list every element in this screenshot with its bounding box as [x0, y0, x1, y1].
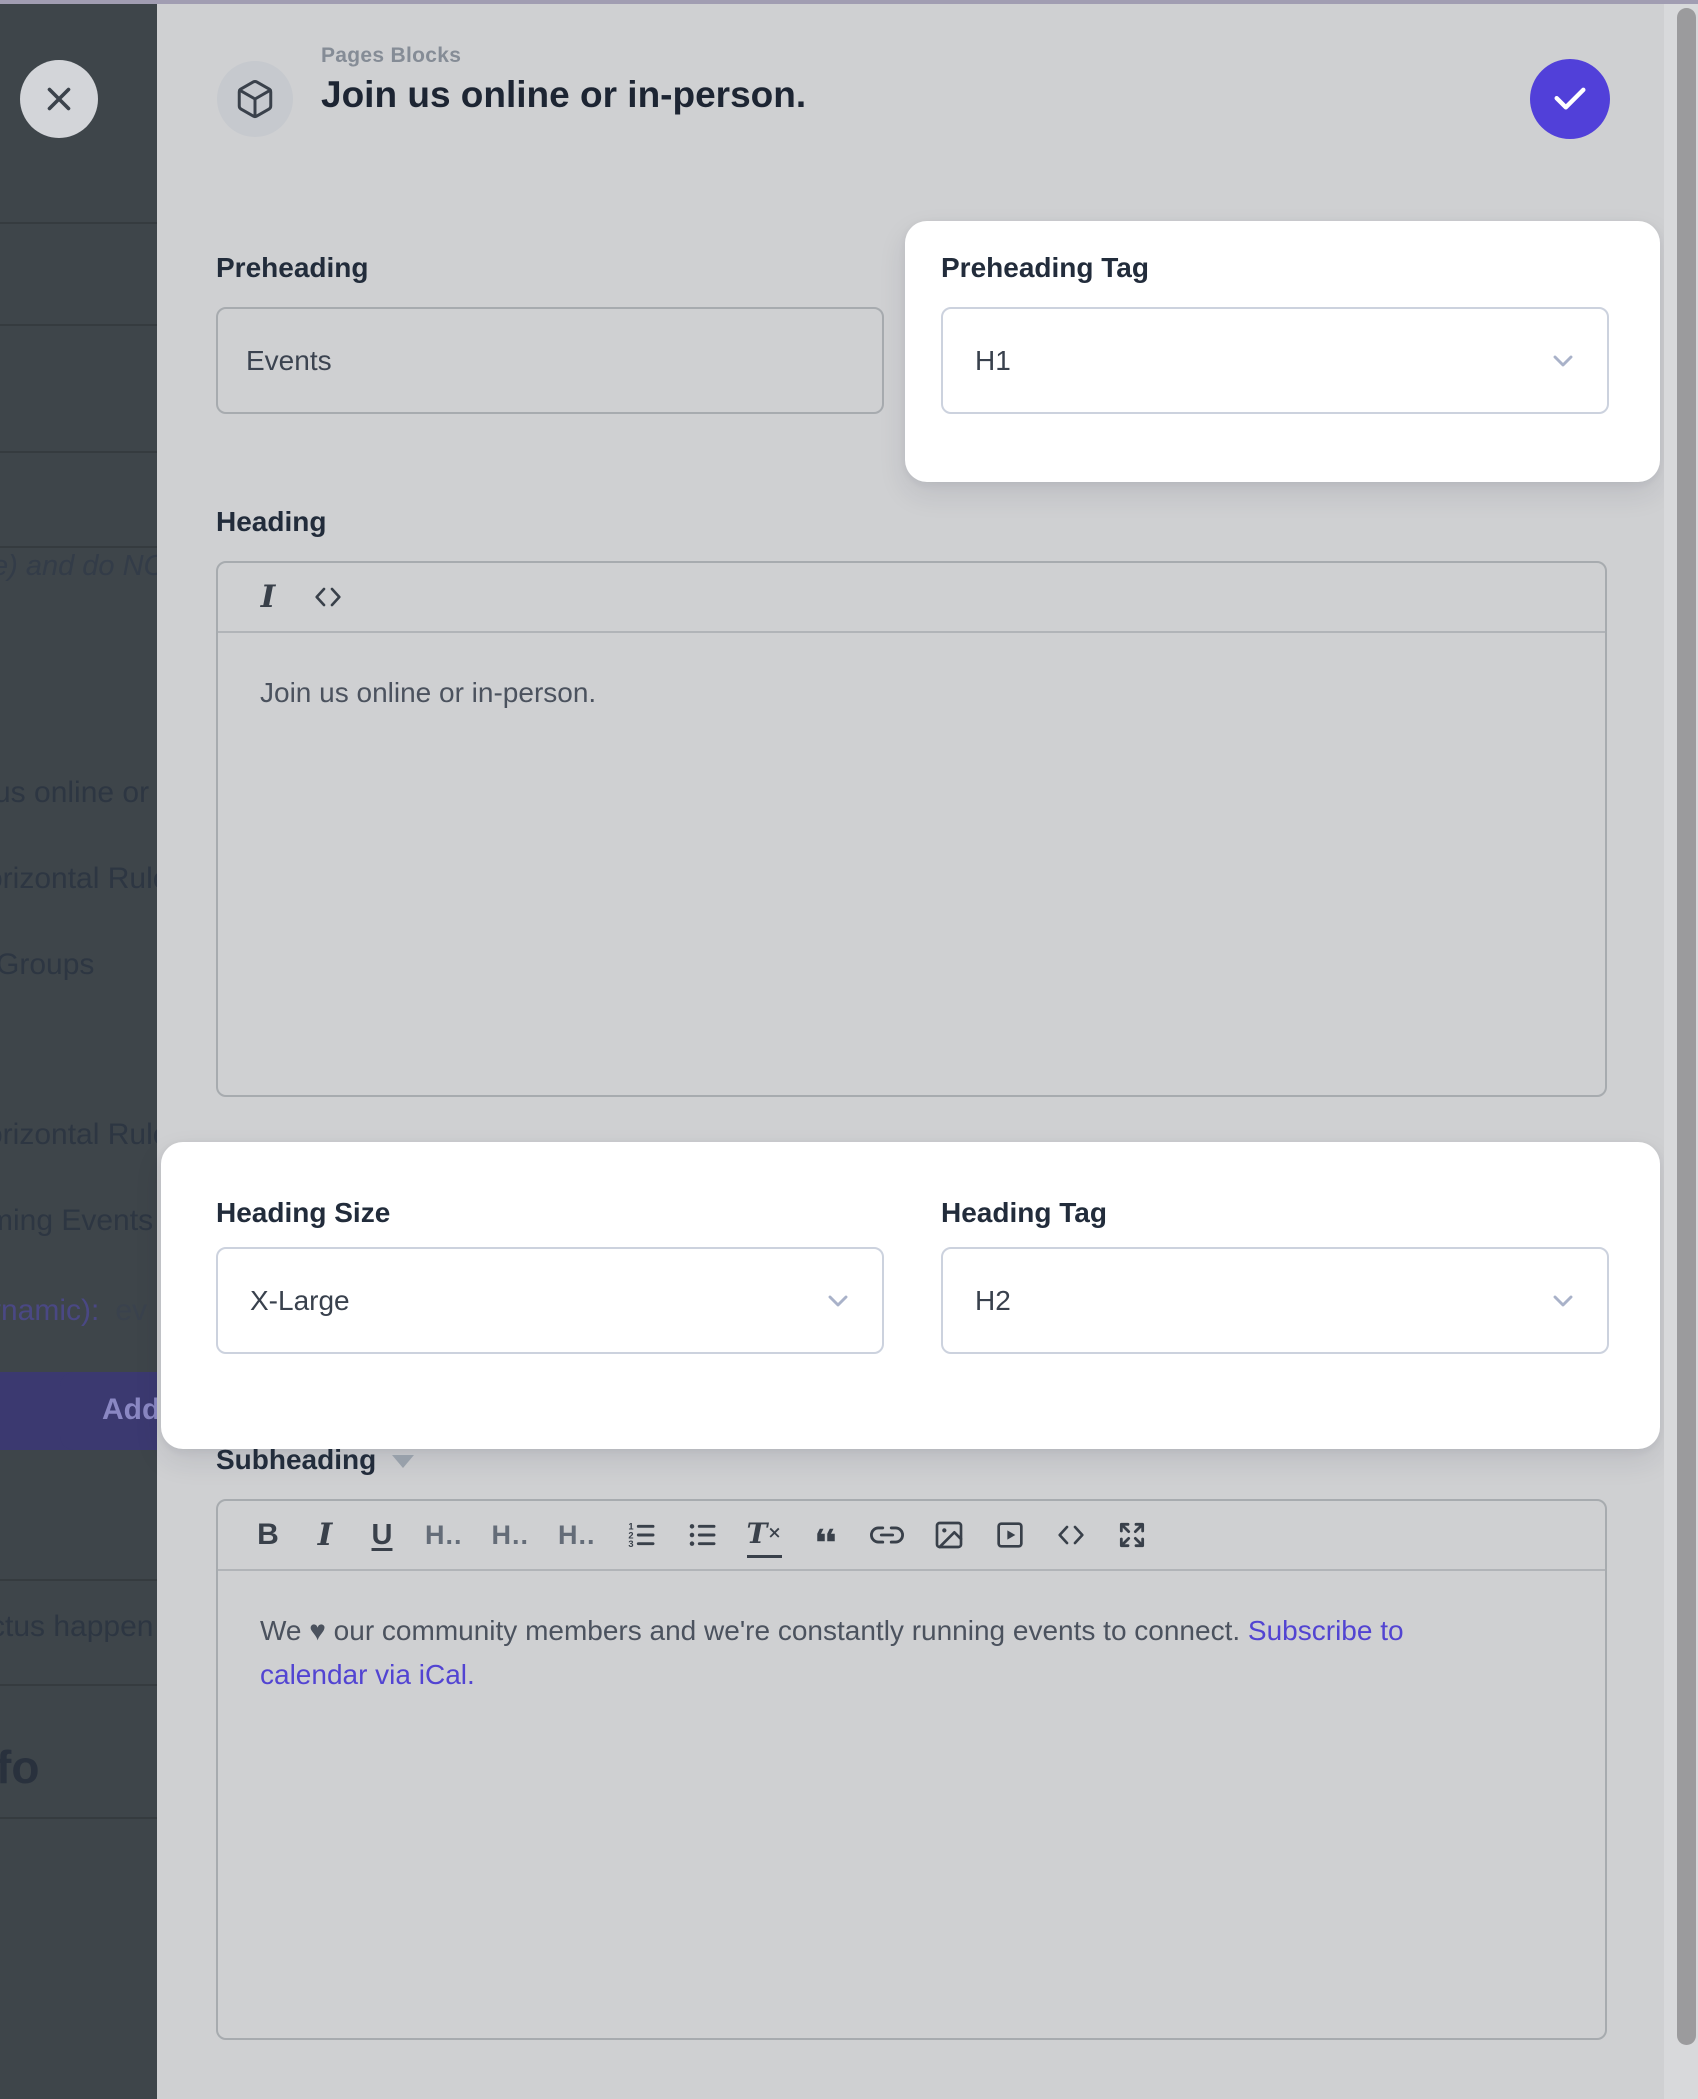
subheading-label: Subheading — [216, 1444, 376, 1475]
preheading-input[interactable]: Events — [216, 307, 884, 414]
subheading-text: We ♥ our community members and we're con… — [260, 1615, 1248, 1646]
bullet-list-button[interactable] — [686, 1512, 718, 1558]
add-button[interactable]: Add — [60, 1372, 157, 1450]
divider — [0, 1817, 157, 1819]
close-button[interactable] — [20, 60, 98, 138]
backdrop-text-fragment: Groups — [0, 948, 94, 982]
bold-button[interactable]: B — [254, 1512, 282, 1558]
backdrop-text-fragment: orizontal Rule — [0, 1118, 157, 1152]
subheading-editor: B I U H.. H.. H.. 1 2 3 — [216, 1499, 1607, 2040]
heading-tag-select[interactable]: H2 — [941, 1247, 1609, 1354]
divider — [0, 1684, 157, 1686]
subheading-label-row[interactable]: Subheading — [216, 1444, 414, 1476]
window-top-edge — [0, 0, 1698, 4]
underline-button[interactable]: U — [368, 1512, 396, 1558]
chevron-down-icon — [1547, 1285, 1579, 1317]
breadcrumb: Pages Blocks — [321, 44, 461, 68]
heading1-button[interactable]: H.. — [425, 1512, 463, 1558]
backdrop-text-fragment: us online or i — [0, 776, 157, 810]
heading-text: Join us online or in-person. — [260, 677, 596, 708]
check-icon — [1550, 79, 1590, 119]
preheading-tag-value: H1 — [975, 345, 1547, 377]
heading-size-label: Heading Size — [216, 1197, 390, 1229]
block-editor-modal: Pages Blocks Join us online or in-person… — [157, 0, 1698, 2099]
video-button[interactable] — [994, 1512, 1026, 1558]
image-button[interactable] — [933, 1512, 965, 1558]
scrollbar-track — [1664, 0, 1698, 2099]
preheading-value: Events — [246, 345, 332, 377]
backdrop-text-fragment: ynamic): ev — [0, 1294, 147, 1328]
backdrop-dynamic-value: ev — [115, 1294, 147, 1327]
heading-editor: I Join us online or in-person. — [216, 561, 1607, 1097]
confirm-button[interactable] — [1530, 59, 1610, 139]
screen: e) and do NOT us online or i orizontal R… — [0, 0, 1698, 2099]
backdrop-text-fragment: ctus happen — [0, 1610, 153, 1644]
svg-text:3: 3 — [628, 1539, 633, 1549]
collapse-caret-icon[interactable] — [392, 1455, 414, 1468]
backdrop-text-fragment: orizontal Rule — [0, 862, 157, 896]
page-title: Join us online or in-person. — [321, 74, 806, 116]
ordered-list-button[interactable]: 1 2 3 — [625, 1512, 657, 1558]
add-button-label: Add — [60, 1372, 157, 1448]
clear-formatting-button[interactable]: T× — [747, 1512, 782, 1558]
heading-label: Heading — [216, 506, 326, 538]
chevron-down-icon — [1547, 345, 1579, 377]
italic-button[interactable]: I — [254, 574, 282, 620]
scrollbar-thumb[interactable] — [1677, 8, 1696, 2045]
subheading-editor-toolbar: B I U H.. H.. H.. 1 2 3 — [218, 1501, 1605, 1571]
heading-tag-label: Heading Tag — [941, 1197, 1107, 1229]
heading-size-value: X-Large — [250, 1285, 822, 1317]
preheading-tag-label: Preheading Tag — [941, 252, 1149, 284]
heading-size-tag-card: Heading Size X-Large Heading Tag H2 — [161, 1142, 1660, 1449]
code-button[interactable] — [1055, 1512, 1087, 1558]
preheading-label: Preheading — [216, 252, 368, 284]
close-icon — [40, 80, 78, 118]
backdrop-dynamic-label: ynamic): — [0, 1294, 99, 1327]
link-button[interactable] — [870, 1512, 904, 1558]
dimmed-backdrop: e) and do NOT us online or i orizontal R… — [0, 0, 157, 2099]
heading-editor-content[interactable]: Join us online or in-person. — [218, 633, 1605, 715]
divider — [0, 451, 157, 453]
blockquote-button[interactable] — [811, 1512, 841, 1558]
code-view-button[interactable] — [312, 574, 344, 620]
backdrop-text-fragment: e) and do NOT — [0, 550, 157, 583]
divider — [0, 324, 157, 326]
heading2-button[interactable]: H.. — [492, 1512, 530, 1558]
heading-size-select[interactable]: X-Large — [216, 1247, 884, 1354]
chevron-down-icon — [822, 1285, 854, 1317]
cube-icon — [234, 78, 276, 120]
block-type-badge — [217, 61, 293, 137]
divider — [0, 1579, 157, 1581]
heading-editor-toolbar: I — [218, 563, 1605, 633]
subheading-editor-content[interactable]: We ♥ our community members and we're con… — [218, 1571, 1605, 1697]
divider — [0, 546, 157, 548]
backdrop-text-fragment: ming Events — [0, 1204, 153, 1238]
preheading-tag-card: Preheading Tag H1 — [905, 221, 1660, 482]
heading-tag-value: H2 — [975, 1285, 1547, 1317]
italic-button[interactable]: I — [311, 1512, 339, 1558]
backdrop-section-heading-fragment: fo — [0, 1740, 39, 1794]
divider — [0, 222, 157, 224]
heading3-button[interactable]: H.. — [558, 1512, 596, 1558]
fullscreen-button[interactable] — [1116, 1512, 1148, 1558]
preheading-tag-select[interactable]: H1 — [941, 307, 1609, 414]
